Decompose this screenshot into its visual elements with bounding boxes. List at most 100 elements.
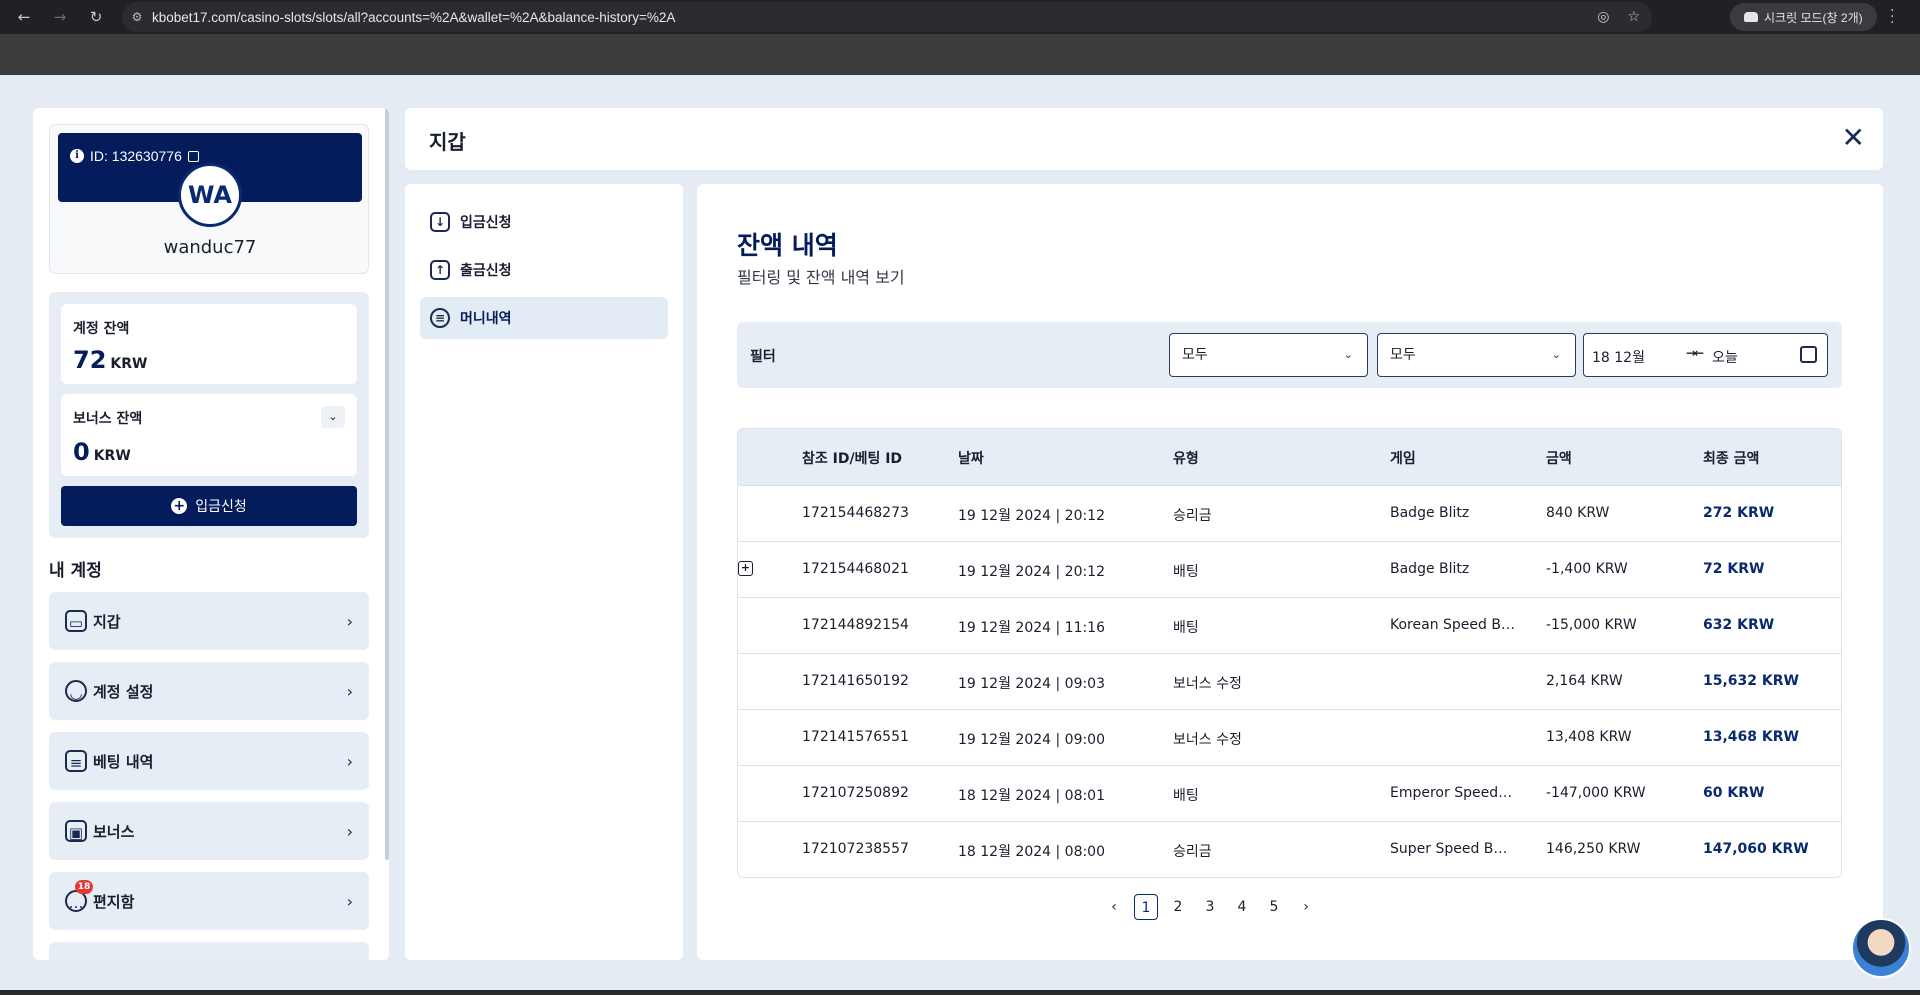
calendar-icon[interactable] xyxy=(1800,346,1817,363)
menu-item-bet-history[interactable]: ≡ 베팅 내역 › xyxy=(49,732,369,790)
menu-item-inbox[interactable]: … 18 편지함 › xyxy=(49,872,369,930)
bonus-balance-label: 보너스 잔액 xyxy=(73,411,143,427)
cell-type: 배팅 xyxy=(1173,788,1199,804)
table-row[interactable]: + 172154468021 19 12월 2024 | 20:12 배팅 Ba… xyxy=(738,541,1841,597)
page-button[interactable]: 2 xyxy=(1166,894,1190,920)
menu-item-label: 계정 설정 xyxy=(93,682,154,701)
bonus-balance-value: 0 KRW xyxy=(73,438,131,466)
menu-item-wallet[interactable]: ▭ 지갑 › xyxy=(49,592,369,650)
page-button[interactable]: 3 xyxy=(1198,894,1222,920)
date-to[interactable]: 오늘 xyxy=(1712,347,1738,367)
avatar: WA xyxy=(178,163,242,227)
cell-final: 632 KRW xyxy=(1703,617,1775,633)
chevron-right-icon: › xyxy=(346,681,353,701)
browser-menu-icon[interactable]: · · · xyxy=(1890,4,1894,30)
sidebar-scrollbar[interactable] xyxy=(385,108,389,860)
filter-select-game[interactable]: 모두 ⌄ xyxy=(1377,333,1576,377)
table-row[interactable]: 172141650192 19 12월 2024 | 09:03 보너스 수정 … xyxy=(738,653,1841,709)
username: wanduc77 xyxy=(163,237,257,258)
address-bar-icons: ◎ ☆ xyxy=(1597,9,1640,25)
section-subtitle: 필터링 및 잔액 내역 보기 xyxy=(737,268,905,287)
bonus-balance-card: 보너스 잔액 ⌄ 0 KRW xyxy=(61,394,357,476)
site-info-icon[interactable]: ⚙ xyxy=(122,10,152,24)
cell-amount: -1,400 KRW xyxy=(1546,561,1628,577)
cell-date: 19 12월 2024 | 09:03 xyxy=(958,676,1106,692)
cell-amount: 840 KRW xyxy=(1546,505,1610,521)
next-page-icon[interactable]: › xyxy=(1294,894,1318,920)
table-row[interactable]: 172107238557 18 12월 2024 | 08:00 승리금 Sup… xyxy=(738,821,1841,877)
cell-id: 172141650192 xyxy=(802,673,909,689)
cell-amount: 146,250 KRW xyxy=(1546,841,1641,857)
filter-bar: 필터 모두 ⌄ 모두 ⌄ 18 12월 →← 오늘 xyxy=(737,322,1842,388)
menu-item-bonus[interactable]: ▣ 보너스 › xyxy=(49,802,369,860)
address-bar[interactable]: ⚙ kbobet17.com/casino-slots/slots/all?ac… xyxy=(122,2,1652,32)
deposit-button[interactable]: + 입금신청 xyxy=(61,486,357,526)
table-row[interactable]: 172144892154 19 12월 2024 | 11:16 배팅 Kore… xyxy=(738,597,1841,653)
page-button[interactable]: 1 xyxy=(1134,894,1158,920)
cell-date: 19 12월 2024 | 09:00 xyxy=(958,732,1106,748)
column-header: 최종 금액 xyxy=(1703,451,1760,467)
chevron-right-icon: › xyxy=(346,611,353,631)
column-header: 금액 xyxy=(1546,451,1572,467)
page-button[interactable]: 4 xyxy=(1230,894,1254,920)
date-range-picker[interactable]: 18 12월 →← 오늘 xyxy=(1583,333,1828,377)
back-icon[interactable]: ← xyxy=(12,8,36,26)
cell-date: 18 12월 2024 | 08:00 xyxy=(958,844,1106,860)
reload-icon[interactable]: ↻ xyxy=(84,8,108,26)
subnav-label: 머니내역 xyxy=(460,311,512,327)
cell-id: 172154468021 xyxy=(802,561,909,577)
cell-final: 272 KRW xyxy=(1703,505,1775,521)
eye-off-icon[interactable]: ◎ xyxy=(1597,9,1609,25)
cell-amount: -147,000 KRW xyxy=(1546,785,1646,801)
subnav-deposit[interactable]: ↓ 입금신청 xyxy=(420,201,668,243)
menu-item-more[interactable] xyxy=(49,942,369,960)
forward-icon[interactable]: → xyxy=(48,8,72,26)
account-sidebar: i ID: 132630776 WA wanduc77 계정 잔액 72 KRW … xyxy=(33,108,389,960)
cell-final: 13,468 KRW xyxy=(1703,729,1799,745)
cell-type: 승리금 xyxy=(1173,844,1212,860)
menu-item-label: 베팅 내역 xyxy=(93,752,154,771)
table-row[interactable]: 172141576551 19 12월 2024 | 09:00 보너스 수정 … xyxy=(738,709,1841,765)
select-value: 모두 xyxy=(1390,347,1416,363)
table-row[interactable]: 172154468273 19 12월 2024 | 20:12 승리금 Bad… xyxy=(738,485,1841,541)
browser-bookmark-bar xyxy=(0,34,1920,75)
cell-game: Super Speed Ba… xyxy=(1390,841,1515,857)
column-header: 참조 ID/베팅 ID xyxy=(802,451,903,467)
subnav-money-history[interactable]: ≡ 머니내역 xyxy=(420,297,668,339)
subnav-label: 출금신청 xyxy=(460,263,512,279)
star-icon[interactable]: ☆ xyxy=(1627,9,1640,25)
chevron-down-icon[interactable]: ⌄ xyxy=(321,406,345,428)
my-account-title: 내 계정 xyxy=(49,561,102,581)
support-chat-avatar[interactable] xyxy=(1851,918,1911,978)
cell-final: 72 KRW xyxy=(1703,561,1765,577)
receipt-icon: ≡ xyxy=(65,750,87,772)
user-settings-icon: ◡ xyxy=(65,680,87,702)
chevron-right-icon: › xyxy=(346,821,353,841)
subnav-withdraw[interactable]: ↑ 출금신청 xyxy=(420,249,668,291)
bottom-edge xyxy=(0,990,1920,995)
download-icon: ↓ xyxy=(430,212,450,232)
incognito-icon xyxy=(1744,12,1758,22)
cell-type: 배팅 xyxy=(1173,564,1199,580)
date-from[interactable]: 18 12월 xyxy=(1592,347,1645,367)
url-text[interactable]: kbobet17.com/casino-slots/slots/all?acco… xyxy=(152,10,675,25)
cell-type: 배팅 xyxy=(1173,620,1199,636)
menu-item-label: 편지함 xyxy=(93,892,135,911)
cell-id: 172107250892 xyxy=(802,785,909,801)
balance-history-table: 참조 ID/베팅 ID 날짜 유형 게임 금액 최종 금액 1721544682… xyxy=(737,428,1842,878)
menu-item-account-settings[interactable]: ◡ 계정 설정 › xyxy=(49,662,369,720)
table-header: 참조 ID/베팅 ID 날짜 유형 게임 금액 최종 금액 xyxy=(738,429,1841,485)
close-icon[interactable]: ✕ xyxy=(1842,122,1865,154)
prev-page-icon[interactable]: ‹ xyxy=(1102,894,1126,920)
filter-select-type[interactable]: 모두 ⌄ xyxy=(1169,333,1368,377)
page-button[interactable]: 5 xyxy=(1262,894,1286,920)
cell-amount: 2,164 KRW xyxy=(1546,673,1623,689)
incognito-chip[interactable]: 시크릿 모드(창 2개) xyxy=(1730,3,1877,31)
copy-icon[interactable] xyxy=(187,150,199,162)
table-row[interactable]: 172107250892 18 12월 2024 | 08:01 배팅 Empe… xyxy=(738,765,1841,821)
expand-row-icon[interactable]: + xyxy=(738,561,753,576)
wallet-icon: ▭ xyxy=(65,610,87,632)
wallet-subnav: ↓ 입금신청 ↑ 출금신청 ≡ 머니내역 xyxy=(405,184,683,960)
cell-id: 172154468273 xyxy=(802,505,909,521)
chevron-down-icon: ⌄ xyxy=(1343,348,1353,361)
